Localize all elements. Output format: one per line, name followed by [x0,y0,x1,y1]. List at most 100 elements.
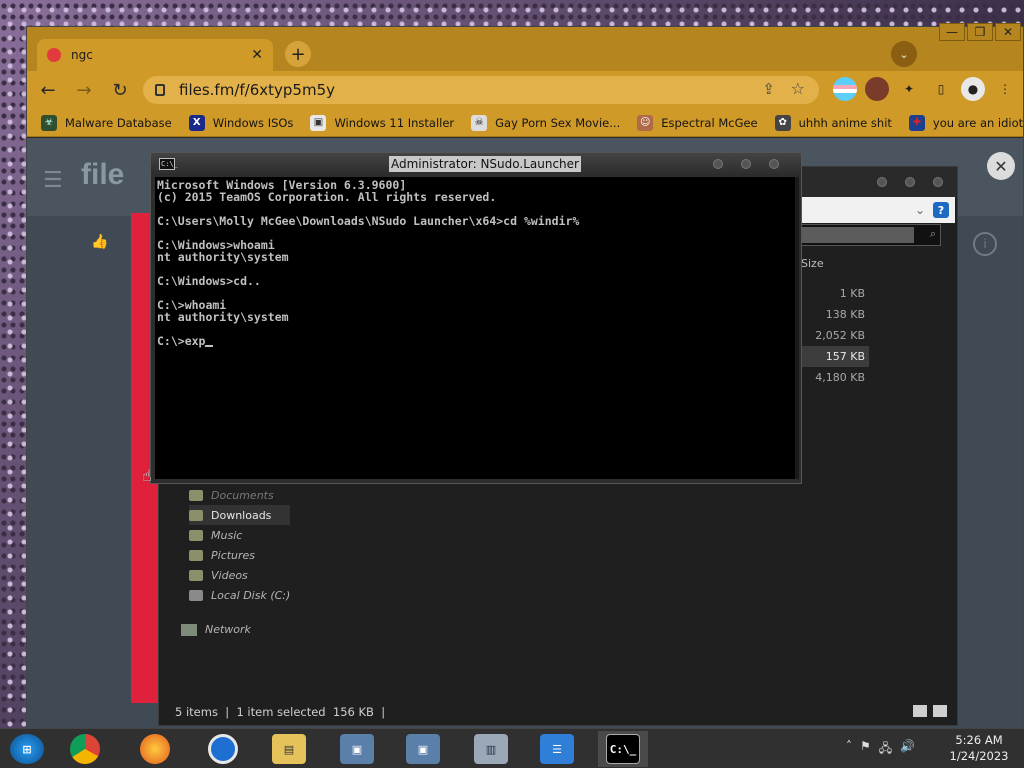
new-tab-button[interactable]: + [285,41,311,67]
info-icon[interactable]: i [973,232,997,256]
console-window: C:\_ Administrator: NSudo.Launcher Micro… [150,152,802,484]
drive-icon [189,589,203,601]
details-view-icon[interactable] [913,705,927,717]
hamburger-menu-icon[interactable]: ☰ [43,168,63,193]
nav-item-pictures[interactable]: Pictures [189,545,290,565]
network-icon [181,623,197,636]
search-field[interactable] [802,227,914,243]
bookmark-item[interactable]: X Windows ISOs [188,114,293,131]
profile-icon[interactable]: ● [961,77,985,101]
nav-item-label: Local Disk (C:) [211,588,291,602]
bookmark-item[interactable]: ☺ Espectral McGee [637,114,758,131]
trans-flag-extension-icon[interactable] [833,77,857,101]
nav-item-downloads[interactable]: Downloads [189,505,291,525]
nav-item-music[interactable]: Music [189,525,290,545]
lock-icon[interactable] [155,84,165,96]
taskbar-file-explorer[interactable]: ▤ [264,731,314,767]
taskbar-console[interactable]: C:\_ [598,731,648,767]
installer-icon: ▣ [310,114,327,131]
console-titlebar[interactable]: C:\_ Administrator: NSudo.Launcher [151,153,801,175]
taskbar-app-circle[interactable] [198,731,248,767]
start-button[interactable]: ⊞ [2,731,52,767]
large-icons-view-icon[interactable] [933,705,947,717]
search-icon[interactable]: ⌕ [930,227,936,241]
skull-icon: ☠ [471,114,488,131]
file-size-cell[interactable]: 1 KB [801,283,869,304]
x-icon: X [188,114,205,131]
nav-item-local-disk[interactable]: Local Disk (C:) [189,585,290,605]
tab-search-icon[interactable]: ⌄ [891,41,917,67]
console-window-controls [713,159,779,169]
volume-icon[interactable]: 🔊 [900,739,915,760]
avatar-extension-icon[interactable] [865,77,889,101]
nav-item-network[interactable]: Network [181,623,251,636]
minimize-icon[interactable]: — [939,23,965,41]
anime-icon: ✿ [774,114,791,131]
console-scrollbar[interactable] [795,177,799,479]
start-orb-icon: ⊞ [10,734,44,764]
taskbar-app-1[interactable]: ▣ [332,731,382,767]
file-size-cell[interactable]: 4,180 KB [801,367,869,388]
address-bar[interactable]: files.fm/f/6xtyp5m5y ⇪ ☆ [143,76,819,104]
tray-chevron-up-icon[interactable]: ˄ [846,739,852,760]
taskbar-task-manager[interactable]: ▥ [466,731,516,767]
close-icon[interactable]: ✕ [995,23,1021,41]
share-icon[interactable]: ⇪ [762,80,775,98]
maximize-icon[interactable]: ❐ [967,23,993,41]
file-size-cell[interactable]: 2,052 KB [801,325,869,346]
reload-icon[interactable]: ↻ [105,75,135,105]
maximize-icon[interactable] [905,177,915,187]
tab-title: ngc [71,48,93,62]
browser-tab[interactable]: ngc ✕ [37,39,273,71]
taskbar-app-2[interactable]: ▣ [398,731,448,767]
back-arrow-icon[interactable]: ← [33,75,63,105]
bookmark-item[interactable]: ✚ you are an idiot! [908,114,1024,131]
nav-item-label: Documents [211,488,274,502]
taskbar-firefox[interactable] [130,731,180,767]
minimize-icon[interactable] [877,177,887,187]
close-overlay-icon[interactable]: ✕ [987,152,1015,180]
thumbs-up-icon[interactable]: 👍 [91,234,108,250]
console-input-line[interactable]: C:\>exp [157,335,795,347]
bookmark-item[interactable]: ▣ Windows 11 Installer [310,114,454,131]
maximize-icon[interactable] [741,159,751,169]
size-column-header[interactable]: Size [801,257,824,270]
tab-close-icon[interactable]: ✕ [251,47,263,63]
menu-kebab-icon[interactable]: ⋮ [993,77,1017,101]
network-tray-icon[interactable]: 🖧 [879,739,892,760]
explorer-address-bar[interactable]: ⌄ ? [799,197,955,223]
file-size-cell-selected[interactable]: 157 KB [801,346,869,367]
folder-icon [189,549,203,561]
explorer-search-input[interactable]: ⌕ [799,224,941,246]
forward-arrow-icon[interactable]: → [69,75,99,105]
clock-time: 5:26 AM [955,733,1003,747]
clock[interactable]: 5:26 AM 1/24/2023 [944,732,1014,764]
nav-item-videos[interactable]: Videos [189,565,290,585]
avatar-icon: ☺ [637,114,654,131]
action-center-flag-icon[interactable]: ⚑ [860,739,871,760]
close-icon[interactable] [933,177,943,187]
puzzle-icon[interactable]: ✦ [897,77,921,101]
bookmark-item[interactable]: ✿ uhhh anime shit [774,114,892,131]
chevron-down-icon[interactable]: ⌄ [915,203,925,217]
file-size-cell[interactable]: 138 KB [801,304,869,325]
bookmark-label: Malware Database [65,115,172,130]
taskbar-control-panel[interactable]: ☰ [532,731,582,767]
folder-icon [189,509,203,521]
console-output[interactable]: Microsoft Windows [Version 6.3.9600] (c)… [155,177,797,479]
navigation-pane: Documents Downloads Music Pictures Video… [189,485,291,605]
bookmark-item[interactable]: ☠ Gay Porn Sex Movie... [471,114,620,131]
close-icon[interactable] [769,159,779,169]
taskbar-chrome[interactable] [60,731,110,767]
console-app-icon[interactable]: C:\_ [159,158,178,170]
nav-item-documents[interactable]: Documents [189,485,290,505]
bookmark-item[interactable]: ☣ Malware Database [41,114,172,131]
folder-icon [189,529,203,541]
bookmark-star-icon[interactable]: ☆ [791,79,805,98]
nav-item-label: Music [211,528,243,542]
side-panel-icon[interactable]: ▯ [929,77,953,101]
view-toggle [913,705,947,717]
minimize-icon[interactable] [713,159,723,169]
help-icon[interactable]: ? [933,202,949,218]
